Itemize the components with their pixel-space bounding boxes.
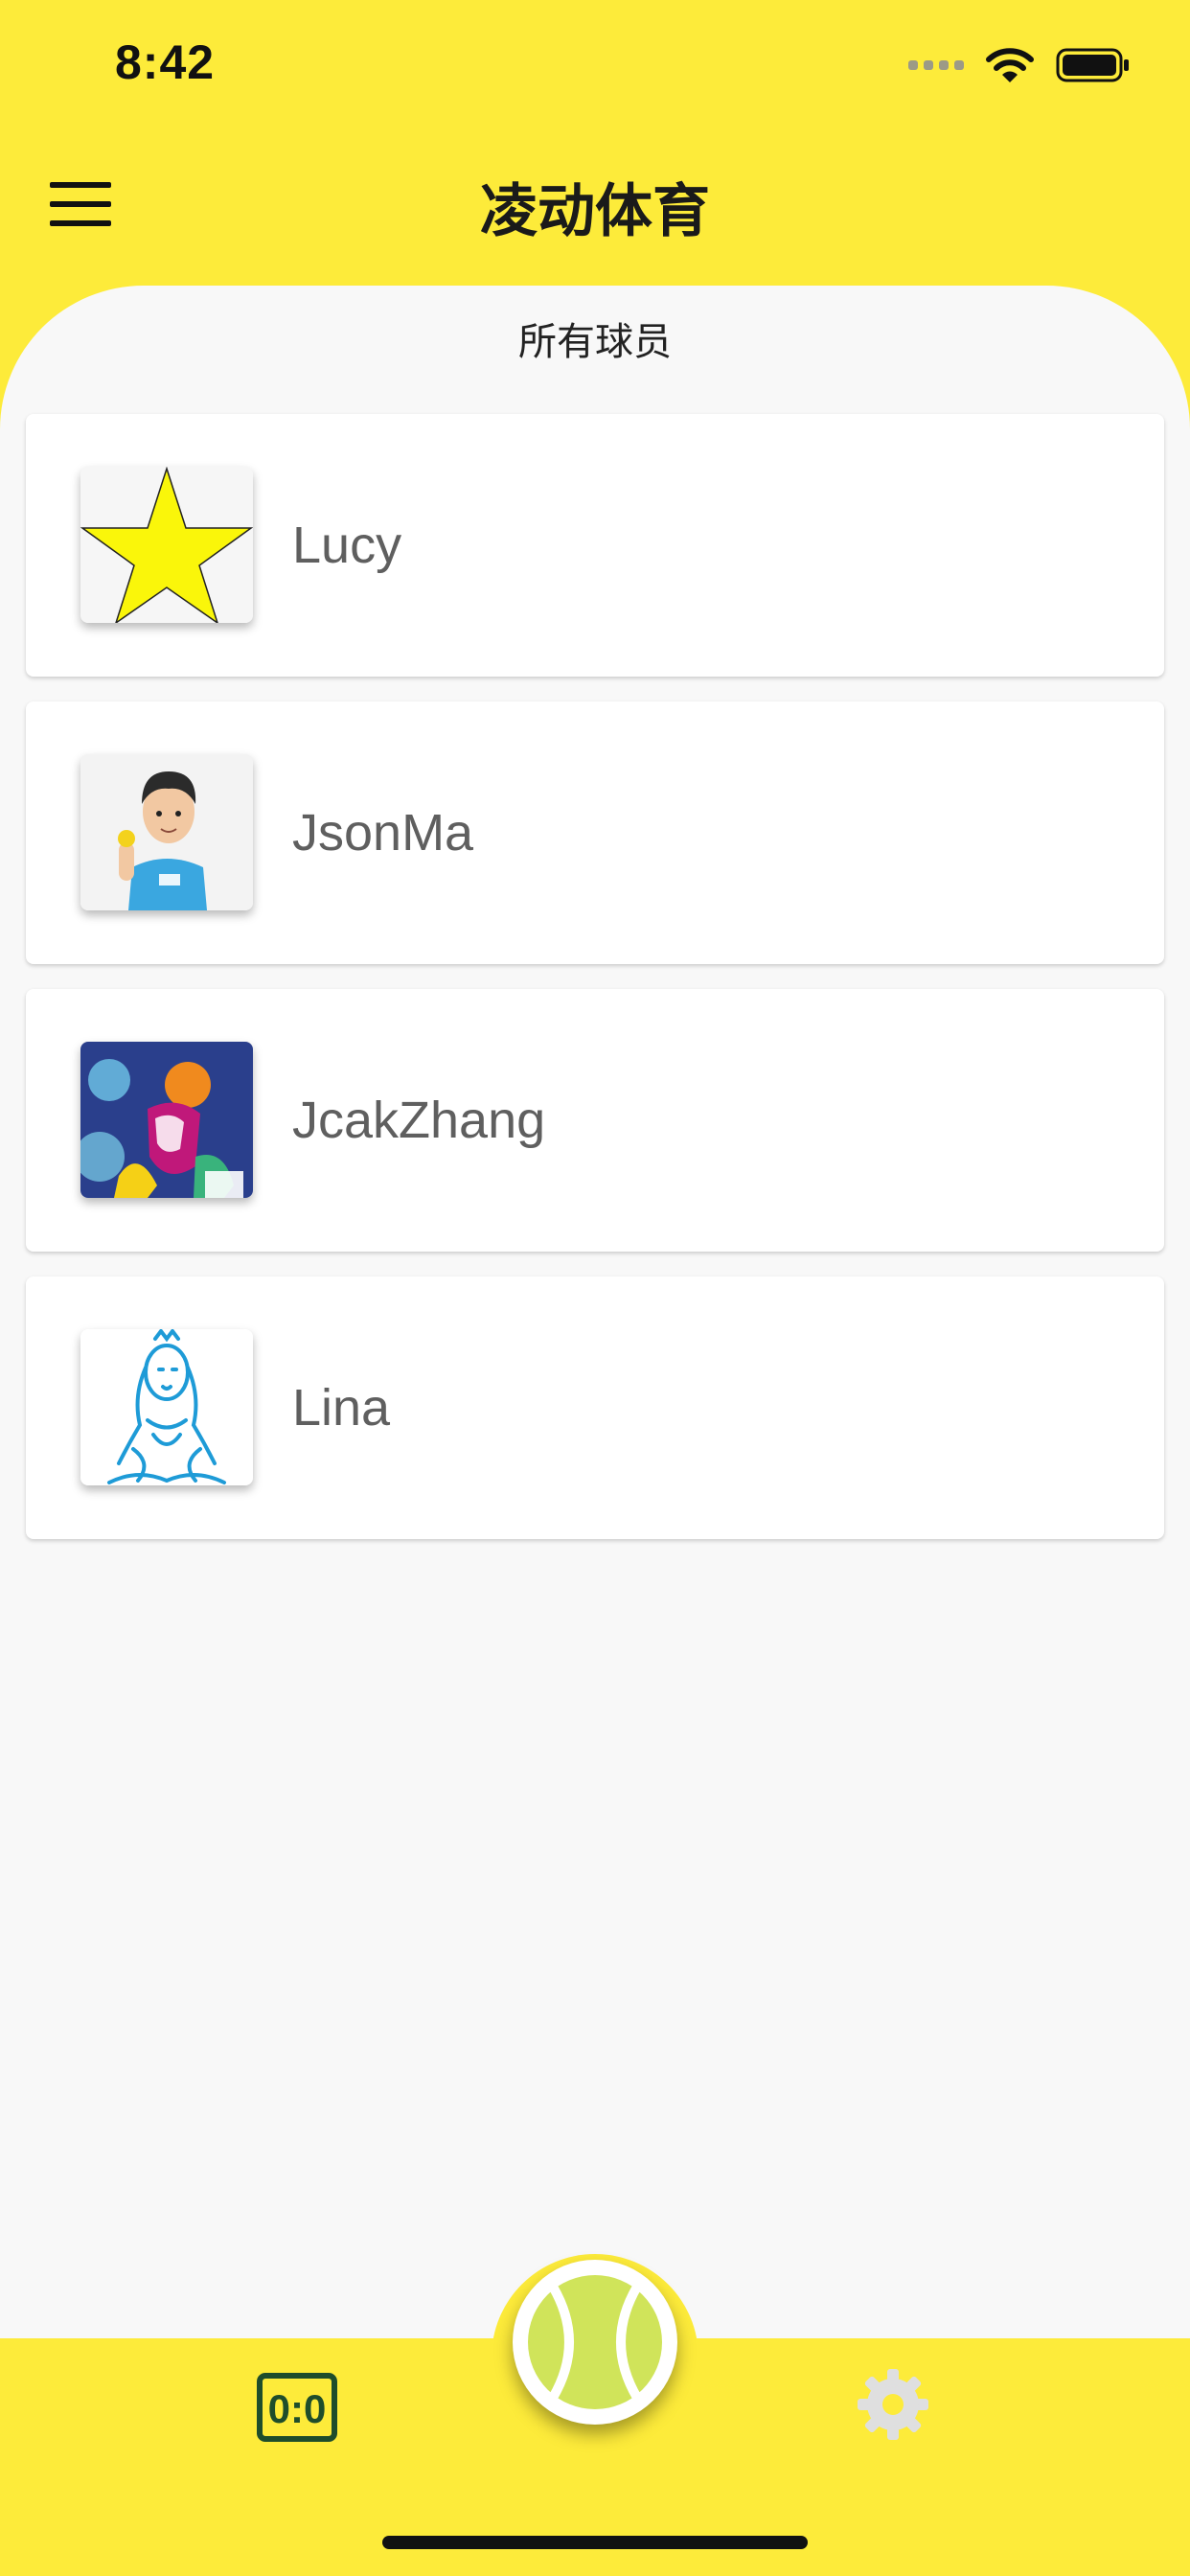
cellular-signal-icon (908, 60, 964, 70)
wifi-icon (986, 48, 1034, 82)
player-name: Lucy (292, 517, 402, 574)
tennis-ball-icon (528, 2275, 662, 2409)
player-name: JsonMa (292, 804, 474, 862)
battery-icon (1056, 48, 1129, 82)
blue-line-art-avatar (80, 1329, 253, 1485)
player-card[interactable]: JsonMa (26, 702, 1164, 964)
scoreboard-text: 0:0 (268, 2386, 327, 2431)
section-title: 所有球员 (518, 320, 672, 364)
status-time: 8:42 (115, 35, 216, 89)
scoreboard-icon: 0:0 (257, 2373, 337, 2442)
player-card[interactable]: Lina (26, 1276, 1164, 1539)
player-card[interactable]: JcakZhang (26, 989, 1164, 1252)
scoreboard-tab[interactable]: 0:0 (257, 2373, 337, 2442)
tennis-ball-button[interactable] (513, 2260, 677, 2425)
player-card[interactable]: Lucy (26, 414, 1164, 677)
app-title: 凌动体育 (480, 178, 710, 245)
app-screen: 8:42 凌动体育 所有球员 Lucy JsonMa JcakZhang Lin… (0, 0, 1190, 2576)
colorful-splash-avatar (80, 1042, 253, 1198)
cartoon-man-avatar (80, 754, 253, 910)
players-sheet: 所有球员 Lucy JsonMa JcakZhang Lina (0, 286, 1190, 2346)
player-name: JcakZhang (292, 1092, 546, 1149)
home-indicator (382, 2536, 808, 2549)
status-icons (908, 44, 1131, 86)
star-avatar (80, 467, 253, 623)
settings-tab[interactable] (856, 2367, 930, 2442)
gear-icon (858, 2369, 928, 2440)
player-name: Lina (292, 1379, 391, 1437)
